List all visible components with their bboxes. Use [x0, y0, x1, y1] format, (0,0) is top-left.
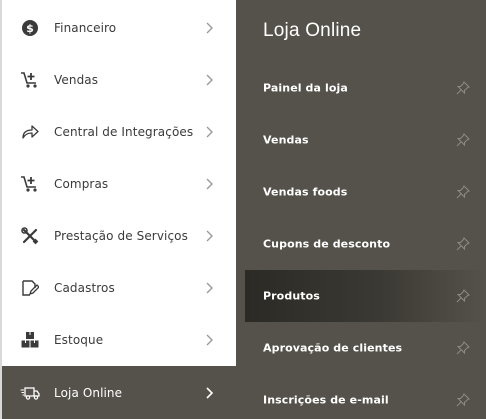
- submenu-item-label: Vendas: [263, 133, 309, 147]
- submenu-item-vendas-foods[interactable]: Vendas foods: [245, 166, 486, 218]
- submenu-item-painel-da-loja[interactable]: Painel da loja: [245, 62, 486, 114]
- pin-icon[interactable]: [455, 392, 471, 408]
- pin-icon[interactable]: [455, 80, 471, 96]
- sidebar-item-financeiro[interactable]: $ Financeiro: [2, 2, 236, 54]
- submenu-item-label: Aprovação de clientes: [263, 341, 403, 355]
- sidebar-item-central-integracoes[interactable]: Central de Integrações: [2, 106, 236, 158]
- sidebar-item-compras[interactable]: Compras: [2, 158, 236, 210]
- main-sidebar: $ Financeiro Vendas Central de Integraçõ…: [0, 0, 236, 419]
- sidebar-item-prestacao-servicos[interactable]: Prestação de Serviços: [2, 210, 236, 262]
- share-icon: [20, 122, 40, 142]
- sidebar-item-label: Prestação de Serviços: [54, 229, 188, 243]
- pin-icon[interactable]: [455, 132, 471, 148]
- submenu-item-vendas[interactable]: Vendas: [245, 114, 486, 166]
- svg-text:$: $: [26, 22, 34, 35]
- submenu-item-label: Painel da loja: [263, 81, 348, 95]
- sidebar-item-label: Vendas: [54, 73, 99, 87]
- chevron-right-icon: [204, 21, 216, 35]
- submenu-title: Loja Online: [263, 20, 362, 41]
- sidebar-item-vendas[interactable]: Vendas: [2, 54, 236, 106]
- submenu-item-cupons-de-desconto[interactable]: Cupons de desconto: [245, 218, 486, 270]
- chevron-right-icon: [204, 73, 216, 87]
- chevron-right-icon: [204, 177, 216, 191]
- chevron-right-icon: [204, 281, 216, 295]
- chevron-right-icon: [204, 229, 216, 243]
- sidebar-item-label: Compras: [54, 177, 109, 191]
- pin-icon[interactable]: [455, 340, 471, 356]
- submenu-item-label: Cupons de desconto: [263, 237, 391, 251]
- pin-icon[interactable]: [455, 288, 471, 304]
- submenu-item-label: Produtos: [263, 289, 320, 303]
- chevron-right-icon: [204, 333, 216, 347]
- sidebar-item-label: Loja Online: [54, 385, 123, 400]
- delivery-truck-icon: [20, 383, 40, 403]
- boxes-icon: [20, 330, 40, 350]
- sidebar-item-label: Financeiro: [54, 21, 117, 35]
- submenu-item-produtos[interactable]: Produtos: [245, 270, 486, 322]
- tools-icon: [20, 226, 40, 246]
- submenu-item-label: Vendas foods: [263, 185, 348, 199]
- dollar-icon: $: [20, 18, 40, 38]
- pin-icon[interactable]: [455, 236, 471, 252]
- cart-add-icon: [20, 174, 40, 194]
- sidebar-item-cadastros[interactable]: Cadastros: [2, 262, 236, 314]
- edit-icon: [20, 278, 40, 298]
- sidebar-item-label: Central de Integrações: [54, 125, 194, 139]
- sidebar-item-estoque[interactable]: Estoque: [2, 314, 236, 366]
- sidebar-item-label: Cadastros: [54, 281, 115, 295]
- sidebar-item-loja-online[interactable]: Loja Online: [2, 366, 236, 419]
- submenu-item-label: Inscrições de e-mail: [263, 393, 389, 407]
- submenu-item-aprovacao-de-clientes[interactable]: Aprovação de clientes: [245, 322, 486, 374]
- submenu-item-inscricoes-de-email[interactable]: Inscrições de e-mail: [245, 374, 486, 419]
- pin-icon[interactable]: [455, 184, 471, 200]
- chevron-right-icon: [204, 125, 216, 139]
- cart-add-icon: [20, 70, 40, 90]
- chevron-right-icon: [204, 386, 216, 400]
- sidebar-item-label: Estoque: [54, 333, 104, 347]
